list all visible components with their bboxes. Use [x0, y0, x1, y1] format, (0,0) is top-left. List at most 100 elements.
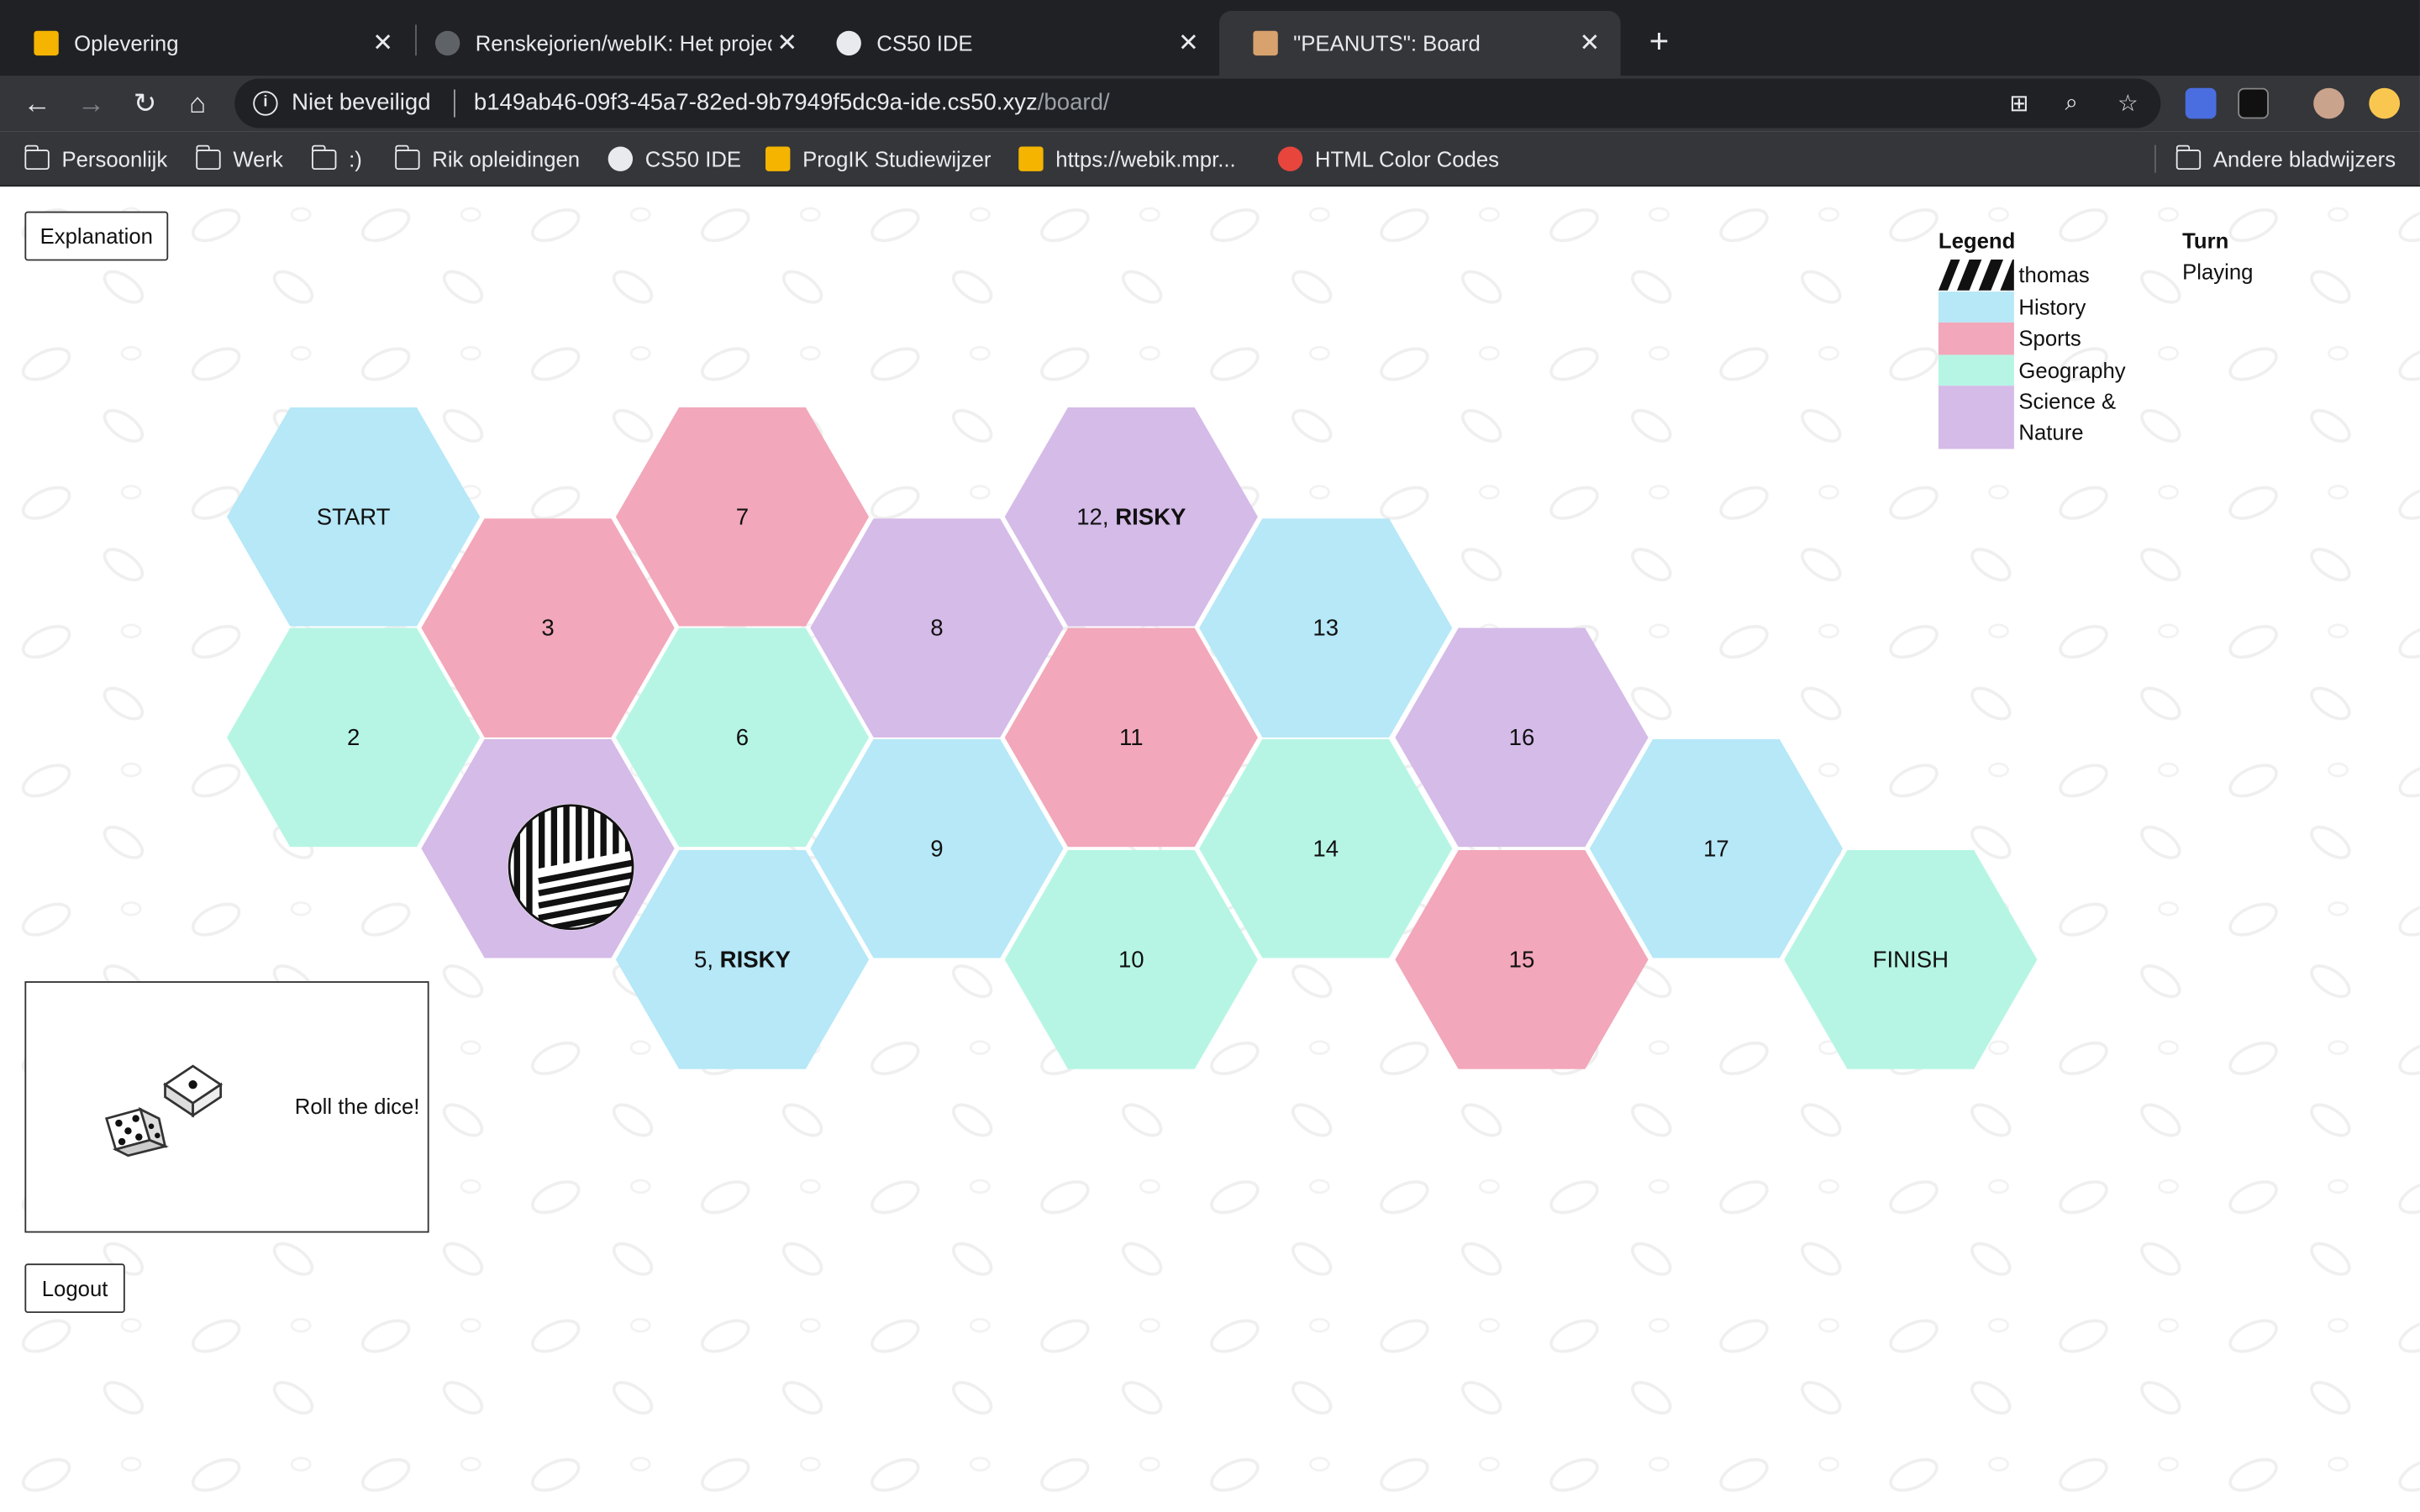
red-favicon-icon — [1277, 146, 1303, 171]
bookmark-persoonlijk[interactable]: Persoonlijk — [24, 144, 167, 175]
legend-item-science-nature: Science & Nature — [1938, 386, 2130, 449]
tile-label: 6 — [735, 724, 750, 751]
home-icon[interactable]: ⌂ — [179, 85, 216, 122]
page-content: Explanation START 2 3 5, RISKY 6 7 8 9 1… — [0, 186, 2420, 1512]
tile-label: 3 — [541, 614, 555, 642]
extension-icon[interactable] — [2238, 87, 2269, 119]
bookmark-label: ProgIK Studiewijzer — [802, 146, 992, 171]
legend-label: thomas — [2018, 262, 2090, 287]
tab-cs50-ide[interactable]: CS50 IDE ✕ — [802, 11, 1219, 76]
tile-label: 8 — [930, 614, 944, 642]
player-stripes-swatch — [1938, 260, 2014, 291]
tile-number: 12, — [1076, 503, 1116, 530]
back-icon[interactable]: ← — [18, 85, 55, 122]
logout-button[interactable]: Logout — [24, 1263, 125, 1314]
yellow-favicon-icon — [34, 30, 59, 56]
address-divider — [453, 89, 455, 118]
peanuts-favicon-icon — [1253, 30, 1278, 56]
tab-title: Oplevering — [74, 30, 179, 56]
striped-token-icon — [508, 804, 634, 931]
legend-label: Science & Nature — [2018, 388, 2117, 444]
legend-label: Geography — [2018, 357, 2126, 382]
close-icon[interactable]: ✕ — [771, 28, 802, 59]
tile-label: 13 — [1313, 614, 1339, 642]
bookmark-progik[interactable]: ProgIK Studiewijzer — [765, 144, 991, 175]
roll-dice-prompt: Roll the dice! — [294, 1094, 420, 1119]
zoom-icon[interactable]: ⌕ — [2065, 90, 2078, 116]
bookmark-label: Werk — [233, 146, 283, 171]
risky-label: RISKY — [719, 946, 791, 974]
turn-panel: Turn Playing — [2182, 228, 2253, 284]
yellow-favicon-icon — [1018, 146, 1044, 171]
explanation-button[interactable]: Explanation — [24, 211, 169, 261]
tile-label: 16 — [1508, 724, 1535, 751]
reload-icon[interactable]: ↻ — [127, 85, 164, 122]
info-icon[interactable]: i — [253, 91, 278, 116]
tile-label: 5, RISKY — [694, 947, 791, 973]
address-bar[interactable]: i Niet beveiligd b149ab46-09f3-45a7-82ed… — [234, 78, 2161, 129]
bookmark-html-color-codes[interactable]: HTML Color Codes — [1277, 144, 1499, 175]
risky-label: RISKY — [1115, 503, 1186, 530]
tile-label: 2 — [346, 724, 360, 751]
bookmark-werk[interactable]: Werk — [195, 144, 283, 175]
bookmark-label: Andere bladwijzers — [2212, 146, 2396, 171]
legend: Legend thomas History Sports Geography S… — [1938, 228, 2130, 449]
toolbar: ← → ↻ ⌂ i Niet beveiligd b149ab46-09f3-4… — [0, 75, 2420, 132]
tile-label: 15 — [1508, 946, 1535, 974]
tab-title: CS50 IDE — [876, 30, 973, 56]
forward-icon[interactable]: → — [72, 85, 109, 122]
bookmark-label: :) — [349, 146, 362, 171]
translate-icon[interactable]: ⊞ — [2009, 90, 2028, 117]
mail-extension-icon[interactable] — [2185, 87, 2217, 119]
globe-icon — [608, 146, 634, 171]
folder-icon — [2175, 144, 2202, 170]
legend-title: Legend — [1938, 228, 2016, 254]
bookmark-cs50-ide[interactable]: CS50 IDE — [608, 144, 741, 175]
github-icon — [434, 30, 460, 56]
avatar[interactable] — [2313, 87, 2344, 119]
tab-oplevering[interactable]: Oplevering ✕ — [0, 11, 413, 76]
geography-swatch — [1938, 354, 2014, 386]
tab-github[interactable]: Renskejorien/webIK: Het projec ✕ — [402, 11, 818, 76]
dice-icon[interactable] — [100, 1053, 233, 1164]
tile-label: 14 — [1313, 835, 1339, 862]
legend-label: Sports — [2018, 325, 2081, 350]
bookmark-label: CS50 IDE — [644, 146, 742, 171]
legend-item-history: History — [1938, 291, 2130, 323]
close-icon[interactable]: ✕ — [1574, 28, 1605, 59]
bookmarks-bar: Persoonlijk Werk :) Rik opleidingen CS50… — [0, 131, 2420, 187]
close-icon[interactable]: ✕ — [367, 28, 398, 59]
other-bookmarks[interactable]: Andere bladwijzers — [2175, 144, 2396, 175]
bookmark-webik[interactable]: https://webik.mpr... — [1018, 144, 1236, 175]
yellow-favicon-icon — [765, 146, 791, 171]
tile-label: 7 — [735, 503, 750, 530]
new-tab-icon[interactable]: + — [1642, 22, 1676, 62]
url-text: b149ab46-09f3-45a7-82ed-9b7949f5dc9a-ide… — [474, 90, 1110, 116]
tile-label: 10 — [1118, 946, 1144, 974]
bookmark-rik-opleidingen[interactable]: Rik opleidingen — [394, 144, 580, 175]
globe-icon — [836, 30, 861, 56]
tile-number: 5, — [694, 946, 720, 974]
tab-peanuts-board[interactable]: "PEANUTS": Board ✕ — [1218, 10, 1621, 76]
bookmark-smiley[interactable]: :) — [311, 144, 362, 175]
folder-icon — [24, 144, 50, 170]
url-host: b149ab46-09f3-45a7-82ed-9b7949f5dc9a-ide… — [473, 89, 1038, 116]
browser-window: Oplevering ✕ Renskejorien/webIK: Het pro… — [0, 0, 2420, 1512]
bookmark-label: https://webik.mpr... — [1055, 146, 1236, 171]
close-icon[interactable]: ✕ — [1173, 28, 1204, 59]
folder-icon — [195, 144, 221, 170]
security-label: Niet beveiligd — [292, 89, 431, 116]
update-icon[interactable] — [2369, 87, 2401, 119]
tile-label: START — [316, 503, 391, 530]
player-token-thomas — [508, 803, 634, 931]
legend-item-sports: Sports — [1938, 322, 2130, 354]
bookmark-label: HTML Color Codes — [1314, 146, 1499, 171]
folder-icon — [394, 144, 420, 170]
science-nature-swatch — [1938, 386, 2014, 449]
dice-panel[interactable]: Roll the dice! — [24, 981, 429, 1233]
tile-label: FINISH — [1872, 946, 1949, 974]
star-icon[interactable]: ☆ — [2118, 90, 2139, 117]
tab-title: "PEANUTS": Board — [1293, 30, 1481, 56]
turn-title: Turn — [2182, 228, 2229, 254]
tile-label: 17 — [1703, 835, 1729, 862]
